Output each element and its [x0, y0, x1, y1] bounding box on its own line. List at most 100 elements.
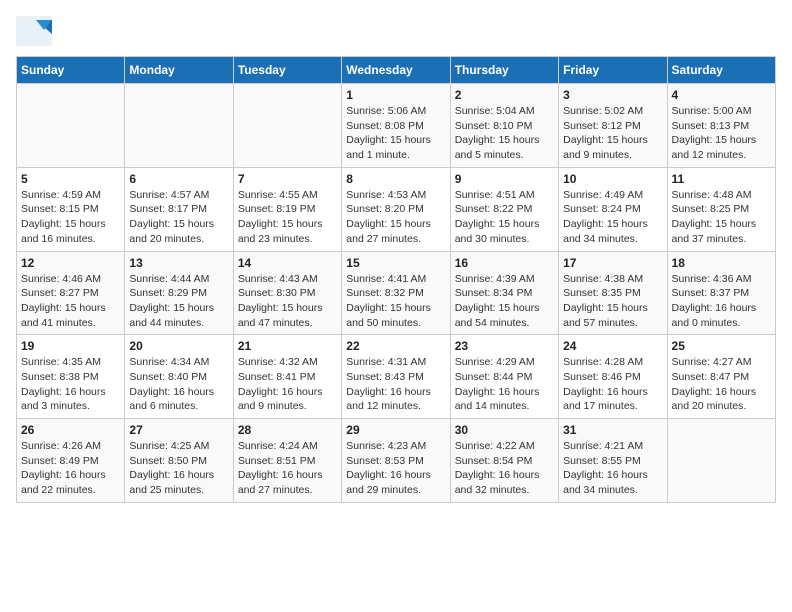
day-info: Sunrise: 5:06 AM Sunset: 8:08 PM Dayligh… — [346, 104, 445, 163]
calendar-cell: 28 Sunrise: 4:24 AM Sunset: 8:51 PM Dayli… — [233, 419, 341, 503]
weekday-header: Sunday — [17, 57, 125, 84]
calendar-header: SundayMondayTuesdayWednesdayThursdayFrid… — [17, 57, 776, 84]
day-number: 23 — [455, 339, 554, 353]
calendar-cell: 11 Sunrise: 4:48 AM Sunset: 8:25 PM Dayli… — [667, 167, 775, 251]
calendar-cell — [17, 84, 125, 168]
day-info: Sunrise: 4:25 AM Sunset: 8:50 PM Dayligh… — [129, 439, 228, 498]
day-number: 13 — [129, 256, 228, 270]
calendar-cell — [125, 84, 233, 168]
calendar-cell: 13 Sunrise: 4:44 AM Sunset: 8:29 PM Dayli… — [125, 251, 233, 335]
day-number: 10 — [563, 172, 662, 186]
day-number: 21 — [238, 339, 337, 353]
calendar-cell: 22 Sunrise: 4:31 AM Sunset: 8:43 PM Dayli… — [342, 335, 450, 419]
day-number: 22 — [346, 339, 445, 353]
day-info: Sunrise: 4:44 AM Sunset: 8:29 PM Dayligh… — [129, 272, 228, 331]
calendar-cell: 18 Sunrise: 4:36 AM Sunset: 8:37 PM Dayli… — [667, 251, 775, 335]
calendar-cell: 2 Sunrise: 5:04 AM Sunset: 8:10 PM Daylig… — [450, 84, 558, 168]
calendar-cell: 23 Sunrise: 4:29 AM Sunset: 8:44 PM Dayli… — [450, 335, 558, 419]
weekday-header: Tuesday — [233, 57, 341, 84]
calendar-week-row: 12 Sunrise: 4:46 AM Sunset: 8:27 PM Dayli… — [17, 251, 776, 335]
calendar-cell: 5 Sunrise: 4:59 AM Sunset: 8:15 PM Daylig… — [17, 167, 125, 251]
calendar-cell: 15 Sunrise: 4:41 AM Sunset: 8:32 PM Dayli… — [342, 251, 450, 335]
day-info: Sunrise: 4:49 AM Sunset: 8:24 PM Dayligh… — [563, 188, 662, 247]
calendar-cell: 17 Sunrise: 4:38 AM Sunset: 8:35 PM Dayli… — [559, 251, 667, 335]
calendar-cell — [667, 419, 775, 503]
day-info: Sunrise: 4:53 AM Sunset: 8:20 PM Dayligh… — [346, 188, 445, 247]
day-info: Sunrise: 4:46 AM Sunset: 8:27 PM Dayligh… — [21, 272, 120, 331]
day-number: 24 — [563, 339, 662, 353]
calendar-cell: 24Sunrise: 4:28 AM Sunset: 8:46 PM Dayli… — [559, 335, 667, 419]
calendar-week-row: 26Sunrise: 4:26 AM Sunset: 8:49 PM Dayli… — [17, 419, 776, 503]
logo-icon — [16, 16, 52, 46]
day-info: Sunrise: 4:55 AM Sunset: 8:19 PM Dayligh… — [238, 188, 337, 247]
calendar-week-row: 5 Sunrise: 4:59 AM Sunset: 8:15 PM Daylig… — [17, 167, 776, 251]
calendar-cell: 4 Sunrise: 5:00 AM Sunset: 8:13 PM Daylig… — [667, 84, 775, 168]
day-info: Sunrise: 4:41 AM Sunset: 8:32 PM Dayligh… — [346, 272, 445, 331]
day-info: Sunrise: 5:00 AM Sunset: 8:13 PM Dayligh… — [672, 104, 771, 163]
day-number: 18 — [672, 256, 771, 270]
day-number: 28 — [238, 423, 337, 437]
day-info: Sunrise: 4:35 AM Sunset: 8:38 PM Dayligh… — [21, 355, 120, 414]
calendar-cell: 3Sunrise: 5:02 AM Sunset: 8:12 PM Daylig… — [559, 84, 667, 168]
day-number: 12 — [21, 256, 120, 270]
day-number: 5 — [21, 172, 120, 186]
calendar-week-row: 19 Sunrise: 4:35 AM Sunset: 8:38 PM Dayli… — [17, 335, 776, 419]
day-info: Sunrise: 4:59 AM Sunset: 8:15 PM Dayligh… — [21, 188, 120, 247]
day-info: Sunrise: 4:39 AM Sunset: 8:34 PM Dayligh… — [455, 272, 554, 331]
day-info: Sunrise: 4:48 AM Sunset: 8:25 PM Dayligh… — [672, 188, 771, 247]
day-number: 7 — [238, 172, 337, 186]
day-number: 9 — [455, 172, 554, 186]
day-number: 29 — [346, 423, 445, 437]
calendar-cell: 8 Sunrise: 4:53 AM Sunset: 8:20 PM Daylig… — [342, 167, 450, 251]
calendar-week-row: 1Sunrise: 5:06 AM Sunset: 8:08 PM Daylig… — [17, 84, 776, 168]
day-info: Sunrise: 4:23 AM Sunset: 8:53 PM Dayligh… — [346, 439, 445, 498]
day-info: Sunrise: 4:22 AM Sunset: 8:54 PM Dayligh… — [455, 439, 554, 498]
calendar-cell: 9 Sunrise: 4:51 AM Sunset: 8:22 PM Daylig… — [450, 167, 558, 251]
calendar-cell: 29 Sunrise: 4:23 AM Sunset: 8:53 PM Dayli… — [342, 419, 450, 503]
page-header — [16, 16, 776, 46]
calendar-cell: 7 Sunrise: 4:55 AM Sunset: 8:19 PM Daylig… — [233, 167, 341, 251]
weekday-header: Saturday — [667, 57, 775, 84]
day-number: 26 — [21, 423, 120, 437]
calendar-cell: 25 Sunrise: 4:27 AM Sunset: 8:47 PM Dayli… — [667, 335, 775, 419]
day-number: 6 — [129, 172, 228, 186]
weekday-header: Thursday — [450, 57, 558, 84]
day-number: 17 — [563, 256, 662, 270]
day-info: Sunrise: 4:27 AM Sunset: 8:47 PM Dayligh… — [672, 355, 771, 414]
day-number: 16 — [455, 256, 554, 270]
day-info: Sunrise: 4:32 AM Sunset: 8:41 PM Dayligh… — [238, 355, 337, 414]
day-number: 15 — [346, 256, 445, 270]
day-info: Sunrise: 5:04 AM Sunset: 8:10 PM Dayligh… — [455, 104, 554, 163]
day-number: 27 — [129, 423, 228, 437]
calendar-cell: 19 Sunrise: 4:35 AM Sunset: 8:38 PM Dayli… — [17, 335, 125, 419]
day-info: Sunrise: 4:29 AM Sunset: 8:44 PM Dayligh… — [455, 355, 554, 414]
day-info: Sunrise: 4:36 AM Sunset: 8:37 PM Dayligh… — [672, 272, 771, 331]
day-number: 2 — [455, 88, 554, 102]
calendar-cell: 6 Sunrise: 4:57 AM Sunset: 8:17 PM Daylig… — [125, 167, 233, 251]
day-number: 25 — [672, 339, 771, 353]
day-info: Sunrise: 4:43 AM Sunset: 8:30 PM Dayligh… — [238, 272, 337, 331]
calendar-cell: 27 Sunrise: 4:25 AM Sunset: 8:50 PM Dayli… — [125, 419, 233, 503]
day-number: 19 — [21, 339, 120, 353]
day-number: 4 — [672, 88, 771, 102]
calendar-cell: 20Sunrise: 4:34 AM Sunset: 8:40 PM Dayli… — [125, 335, 233, 419]
calendar-cell: 21 Sunrise: 4:32 AM Sunset: 8:41 PM Dayli… — [233, 335, 341, 419]
day-info: Sunrise: 4:51 AM Sunset: 8:22 PM Dayligh… — [455, 188, 554, 247]
calendar-cell: 26Sunrise: 4:26 AM Sunset: 8:49 PM Dayli… — [17, 419, 125, 503]
calendar-table: SundayMondayTuesdayWednesdayThursdayFrid… — [16, 56, 776, 503]
weekday-header: Monday — [125, 57, 233, 84]
calendar-cell: 10 Sunrise: 4:49 AM Sunset: 8:24 PM Dayli… — [559, 167, 667, 251]
day-number: 8 — [346, 172, 445, 186]
weekday-header: Wednesday — [342, 57, 450, 84]
day-info: Sunrise: 4:31 AM Sunset: 8:43 PM Dayligh… — [346, 355, 445, 414]
day-info: Sunrise: 4:57 AM Sunset: 8:17 PM Dayligh… — [129, 188, 228, 247]
calendar-cell: 14Sunrise: 4:43 AM Sunset: 8:30 PM Dayli… — [233, 251, 341, 335]
day-number: 11 — [672, 172, 771, 186]
calendar-cell: 1Sunrise: 5:06 AM Sunset: 8:08 PM Daylig… — [342, 84, 450, 168]
day-number: 3 — [563, 88, 662, 102]
day-info: Sunrise: 4:38 AM Sunset: 8:35 PM Dayligh… — [563, 272, 662, 331]
day-number: 20 — [129, 339, 228, 353]
day-info: Sunrise: 4:24 AM Sunset: 8:51 PM Dayligh… — [238, 439, 337, 498]
calendar-cell: 30Sunrise: 4:22 AM Sunset: 8:54 PM Dayli… — [450, 419, 558, 503]
calendar-cell: 31Sunrise: 4:21 AM Sunset: 8:55 PM Dayli… — [559, 419, 667, 503]
